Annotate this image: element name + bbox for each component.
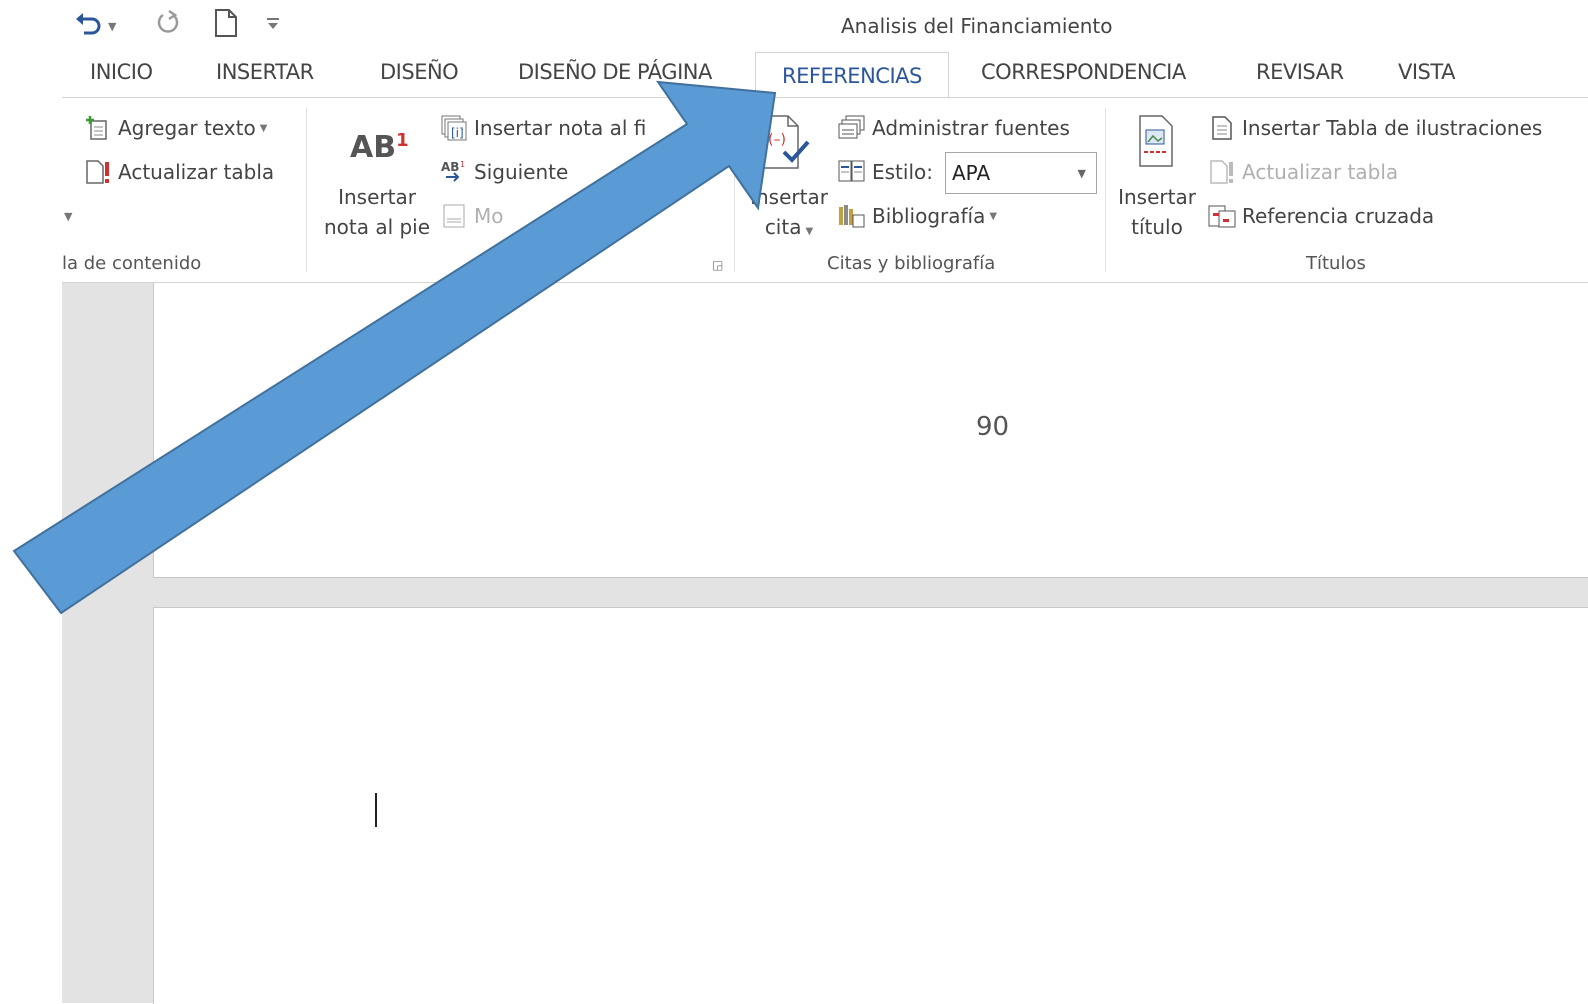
table-of-figures-icon — [1208, 114, 1236, 142]
add-text-button[interactable]: Agregar texto ▼ — [84, 114, 267, 142]
tab-diseno[interactable]: DISEÑO — [380, 60, 459, 84]
tab-referencias[interactable]: REFERENCIAS — [755, 52, 949, 98]
cross-reference-label: Referencia cruzada — [1242, 204, 1435, 228]
svg-text:(–): (–) — [768, 132, 786, 148]
insert-endnote-label: Insertar nota al fi — [474, 116, 647, 140]
update-toc-button[interactable]: Actualizar tabla — [84, 158, 274, 186]
undo-button[interactable]: ▼ — [74, 6, 116, 40]
update-table-icon — [1208, 158, 1236, 186]
undo-dropdown-icon[interactable]: ▼ — [108, 20, 116, 33]
ribbon-tabs: INICIO INSERTAR DISEÑO DISEÑO DE PÁGINA … — [0, 52, 1588, 98]
manage-sources-label: Administrar fuentes — [872, 116, 1070, 140]
svg-text:[i]: [i] — [451, 126, 464, 140]
insert-caption-label: Insertar título — [1112, 182, 1202, 242]
document-page-current[interactable] — [153, 607, 1588, 1004]
insert-caption-line1: Insertar — [1118, 185, 1196, 209]
insert-footnote-line2: nota al pie — [323, 215, 431, 239]
toc-group-label: la de contenido — [62, 253, 202, 274]
cross-reference-icon — [1208, 202, 1236, 230]
insert-citation-line2-row: cita ▼ — [746, 212, 832, 247]
insert-citation-icon: (–) — [760, 114, 810, 174]
redo-icon — [157, 9, 179, 33]
new-document-button[interactable] — [214, 6, 238, 40]
show-notes-button[interactable]: Mo — [440, 202, 504, 230]
tab-insertar[interactable]: INSERTAR — [216, 60, 314, 84]
manage-sources-button[interactable]: Administrar fuentes — [838, 114, 1070, 142]
tab-diseno-de-pagina[interactable]: DISEÑO DE PÁGINA — [518, 60, 712, 84]
text-cursor — [375, 793, 377, 827]
add-text-dropdown-icon: ▼ — [259, 122, 268, 134]
citation-style-value: APA — [952, 161, 991, 185]
footnote-icon-text: AB — [350, 130, 397, 165]
insert-table-of-figures-label: Insertar Tabla de ilustraciones — [1242, 116, 1543, 140]
footnote-icon-superscript: 1 — [396, 130, 409, 151]
update-table-icon — [84, 158, 112, 186]
insert-citation-dropdown-icon: ▼ — [805, 226, 814, 237]
insert-footnote-line1: Insertar — [338, 185, 416, 209]
insert-footnote-label: Insertar nota al pie — [318, 182, 436, 242]
tab-correspondencia[interactable]: CORRESPONDENCIA — [981, 60, 1186, 84]
toc-dropdown-icon[interactable]: ▼ — [64, 210, 72, 223]
insert-citation-line1: Insertar — [750, 185, 828, 209]
bibliography-icon — [838, 202, 866, 230]
customize-qat-button[interactable] — [266, 6, 280, 40]
show-notes-icon — [440, 202, 468, 230]
insert-caption-icon — [1136, 114, 1176, 172]
insert-endnote-icon: [i] — [440, 114, 468, 142]
cross-reference-button[interactable]: Referencia cruzada — [1208, 202, 1434, 230]
insert-caption-button[interactable]: Insertar título — [1112, 112, 1202, 243]
next-footnote-button[interactable]: AB 1 Siguiente — [440, 158, 568, 186]
svg-text:1: 1 — [460, 160, 465, 169]
insert-table-of-figures-button[interactable]: Insertar Tabla de ilustraciones — [1208, 114, 1542, 142]
next-footnote-icon: AB 1 — [440, 158, 468, 186]
style-label-item: Estilo: — [838, 158, 933, 186]
footnotes-dialog-launcher-icon[interactable]: ◲ — [712, 258, 723, 272]
group-separator — [734, 108, 735, 272]
customize-qat-icon — [267, 18, 279, 29]
update-figures-table-label: Actualizar tabla — [1242, 160, 1399, 184]
add-text-label: Agregar texto — [118, 116, 256, 140]
window-title: Analisis del Financiamiento — [841, 14, 1113, 38]
insert-citation-line2: cita — [764, 215, 802, 239]
add-text-icon — [84, 114, 112, 142]
show-notes-label: Mo — [474, 204, 504, 228]
style-label: Estilo: — [872, 160, 933, 184]
tab-vista[interactable]: VISTA — [1398, 60, 1455, 84]
insert-footnote-button[interactable]: AB1 Insertar nota al pie — [318, 118, 436, 243]
insert-caption-line2: título — [1131, 215, 1183, 239]
bibliography-button[interactable]: Bibliografía ▼ — [838, 202, 997, 230]
redo-button[interactable] — [155, 6, 181, 40]
manage-sources-icon — [838, 114, 866, 142]
svg-text:AB: AB — [441, 160, 459, 174]
captions-group-label: Títulos — [1306, 253, 1366, 274]
page-number: 90 — [976, 412, 1010, 442]
bibliography-label: Bibliografía — [872, 204, 986, 228]
bibliography-dropdown-icon: ▼ — [989, 210, 998, 222]
insert-endnote-button[interactable]: [i] Insertar nota al fi — [440, 114, 646, 142]
group-separator — [1105, 108, 1106, 272]
style-icon — [838, 158, 866, 186]
citations-group-label: Citas y bibliografía — [827, 253, 996, 274]
insert-citation-button[interactable]: (–) Insertar cita ▼ — [746, 108, 832, 243]
footnote-icon: AB1 — [350, 130, 409, 165]
update-figures-table-button[interactable]: Actualizar tabla — [1208, 158, 1398, 186]
title-bar: ▼ Analisis del Financiamiento — [0, 0, 1588, 52]
tab-revisar[interactable]: REVISAR — [1256, 60, 1344, 84]
group-separator — [306, 108, 307, 272]
tab-inicio[interactable]: INICIO — [90, 60, 153, 84]
citation-style-select[interactable]: APA ▼ — [945, 152, 1097, 194]
document-page-previous[interactable] — [153, 283, 1588, 578]
ribbon: Agregar texto ▼ Actualizar tabla ▼ la de… — [62, 98, 1588, 283]
new-document-icon — [215, 9, 237, 37]
next-footnote-label: Siguiente — [474, 160, 569, 184]
chevron-down-icon: ▼ — [1077, 167, 1086, 180]
insert-citation-label: Insertar cita ▼ — [746, 182, 832, 247]
update-toc-label: Actualizar tabla — [118, 160, 275, 184]
undo-icon — [76, 13, 101, 35]
